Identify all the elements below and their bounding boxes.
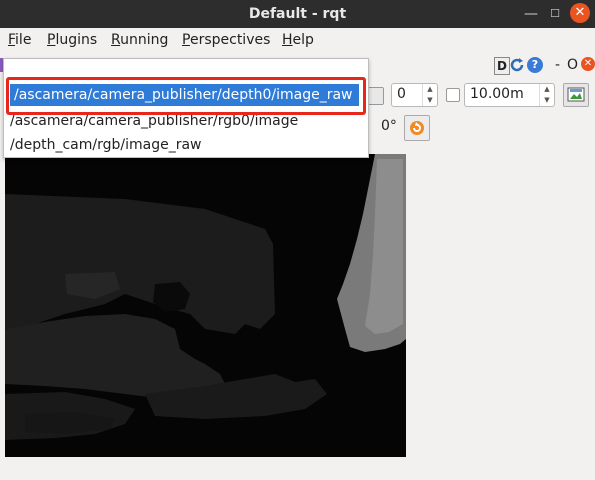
distance-value: 10.00m	[470, 86, 524, 102]
panel-float-button[interactable]: O	[567, 57, 578, 73]
title-bar: Default - rqt — ☐ ✕	[0, 0, 595, 28]
menu-running[interactable]: Running	[111, 32, 168, 48]
menu-file[interactable]: File	[8, 32, 31, 48]
status-strip	[0, 464, 595, 480]
menu-bar: File Plugins Running Perspectives Help	[0, 28, 595, 54]
spin-box-value: 0	[397, 86, 406, 102]
minimize-button[interactable]: —	[524, 0, 538, 28]
save-image-button[interactable]	[563, 83, 589, 107]
depth-image-view[interactable]	[5, 154, 406, 457]
close-window-button[interactable]: ✕	[570, 3, 590, 23]
menu-plugins[interactable]: Plugins	[47, 32, 97, 48]
topic-dropdown-list[interactable]: /ascamera/camera_publisher/depth0/image_…	[3, 58, 369, 158]
help-icon[interactable]: ?	[527, 57, 543, 73]
topic-option[interactable]: /depth_cam/rgb/image_raw	[10, 134, 202, 156]
distance-spin-arrows[interactable]: ▲ ▼	[539, 84, 554, 106]
reload-icon[interactable]	[510, 57, 525, 73]
rotation-label: 0°	[381, 118, 397, 134]
topic-option[interactable]: /ascamera/camera_publisher/depth0/image_…	[10, 84, 359, 106]
menu-help[interactable]: Help	[282, 32, 314, 48]
panel-minimize-button[interactable]: -	[555, 57, 560, 73]
rotate-button[interactable]	[404, 115, 430, 141]
window-title: Default - rqt	[248, 6, 347, 22]
panel-close-icon[interactable]: ✕	[581, 57, 595, 71]
spin-arrows[interactable]: ▲ ▼	[422, 84, 437, 106]
menu-perspectives[interactable]: Perspectives	[182, 32, 270, 48]
dock-d-button[interactable]: D	[494, 57, 510, 75]
topic-option[interactable]: /ascamera/camera_publisher/rgb0/image	[10, 110, 298, 132]
maximize-button[interactable]: ☐	[550, 0, 560, 28]
spin-box[interactable]: 0 ▲ ▼	[391, 83, 438, 107]
smooth-checkbox[interactable]	[446, 88, 460, 102]
distance-spin-box[interactable]: 10.00m ▲ ▼	[464, 83, 555, 107]
